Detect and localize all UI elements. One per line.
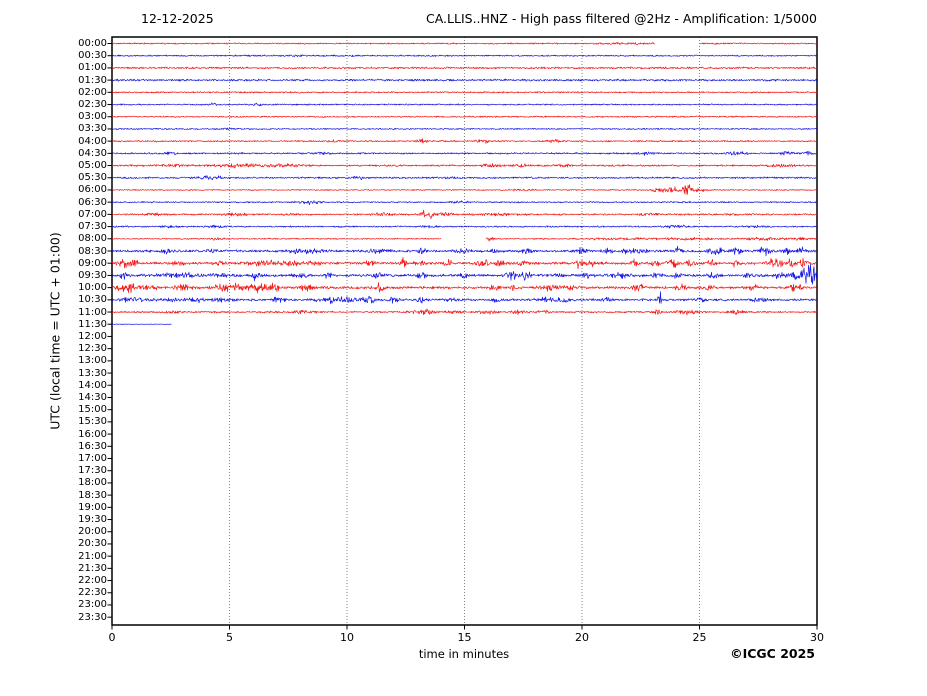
y-tick-label: 06:30 [78, 196, 107, 208]
y-tick-label: 13:00 [78, 355, 107, 367]
y-tick-label: 19:30 [78, 514, 107, 526]
y-tick-label: 19:00 [78, 501, 107, 513]
y-tick-label: 12:30 [78, 343, 107, 355]
y-tick-label: 22:00 [78, 575, 107, 587]
y-tick-label: 23:00 [78, 599, 107, 611]
y-tick-label: 20:00 [78, 526, 107, 538]
y-tick-label: 16:30 [78, 440, 107, 452]
y-tick-label: 16:00 [78, 428, 107, 440]
y-tick-label: 09:30 [78, 269, 107, 281]
y-tick-label: 04:00 [78, 135, 107, 147]
y-tick-label: 03:30 [78, 123, 107, 135]
y-tick-label: 18:00 [78, 477, 107, 489]
y-tick-label: 10:30 [78, 294, 107, 306]
y-tick-label: 00:30 [78, 50, 107, 62]
plot-date: 12-12-2025 [141, 11, 214, 26]
plot-title: CA.LLIS..HNZ - High pass filtered @2Hz -… [426, 11, 817, 26]
x-tick-label: 30 [810, 631, 824, 644]
y-tick-label: 10:00 [78, 282, 107, 294]
y-tick-label: 11:00 [78, 306, 107, 318]
y-tick-label: 08:30 [78, 245, 107, 257]
y-tick-label: 21:00 [78, 550, 107, 562]
y-tick-label: 11:30 [78, 318, 107, 330]
y-tick-label: 05:30 [78, 172, 107, 184]
y-tick-label: 02:30 [78, 99, 107, 111]
y-tick-label: 02:00 [78, 86, 107, 98]
y-tick-label: 03:00 [78, 111, 107, 123]
y-tick-label: 04:30 [78, 147, 107, 159]
x-tick-label: 0 [108, 631, 116, 644]
y-tick-label: 17:30 [78, 465, 107, 477]
y-tick-label: 07:30 [78, 221, 107, 233]
y-tick-label: 18:30 [78, 489, 107, 501]
y-tick-label: 21:30 [78, 562, 107, 574]
y-tick-label: 01:00 [78, 62, 107, 74]
x-axis-label: time in minutes [418, 647, 510, 661]
y-tick-label: 17:00 [78, 453, 107, 464]
y-tick-label: 01:30 [78, 74, 107, 86]
x-tick-label: 15 [457, 631, 472, 644]
y-tick-label: 22:30 [78, 587, 107, 599]
y-tick-label: 14:30 [78, 391, 107, 403]
helicorder-canvas [0, 0, 927, 696]
x-tick-label: 25 [692, 631, 707, 644]
x-tick-label: 10 [340, 631, 354, 644]
helicorder-screen: 12-12-2025 CA.LLIS..HNZ - High pass filt… [0, 0, 927, 696]
y-tick-label: 09:00 [78, 257, 107, 269]
y-tick-label: 13:30 [78, 367, 107, 379]
y-tick-label: 14:00 [78, 379, 107, 391]
y-tick-label: 23:30 [78, 611, 107, 623]
y-tick-label: 15:00 [78, 404, 107, 416]
y-tick-label: 00:00 [78, 38, 107, 49]
copyright-text: ©ICGC 2025 [730, 646, 815, 661]
x-tick-label: 5 [226, 631, 233, 644]
y-tick-label: 05:00 [78, 160, 107, 172]
y-tick-label: 20:30 [78, 538, 107, 550]
y-tick-label: 07:00 [78, 208, 107, 220]
x-tick-label: 20 [575, 631, 589, 644]
y-tick-label: 15:30 [78, 416, 107, 428]
y-tick-label: 06:00 [78, 184, 107, 196]
y-tick-label: 08:00 [78, 233, 107, 245]
y-tick-label: 12:00 [78, 330, 107, 342]
